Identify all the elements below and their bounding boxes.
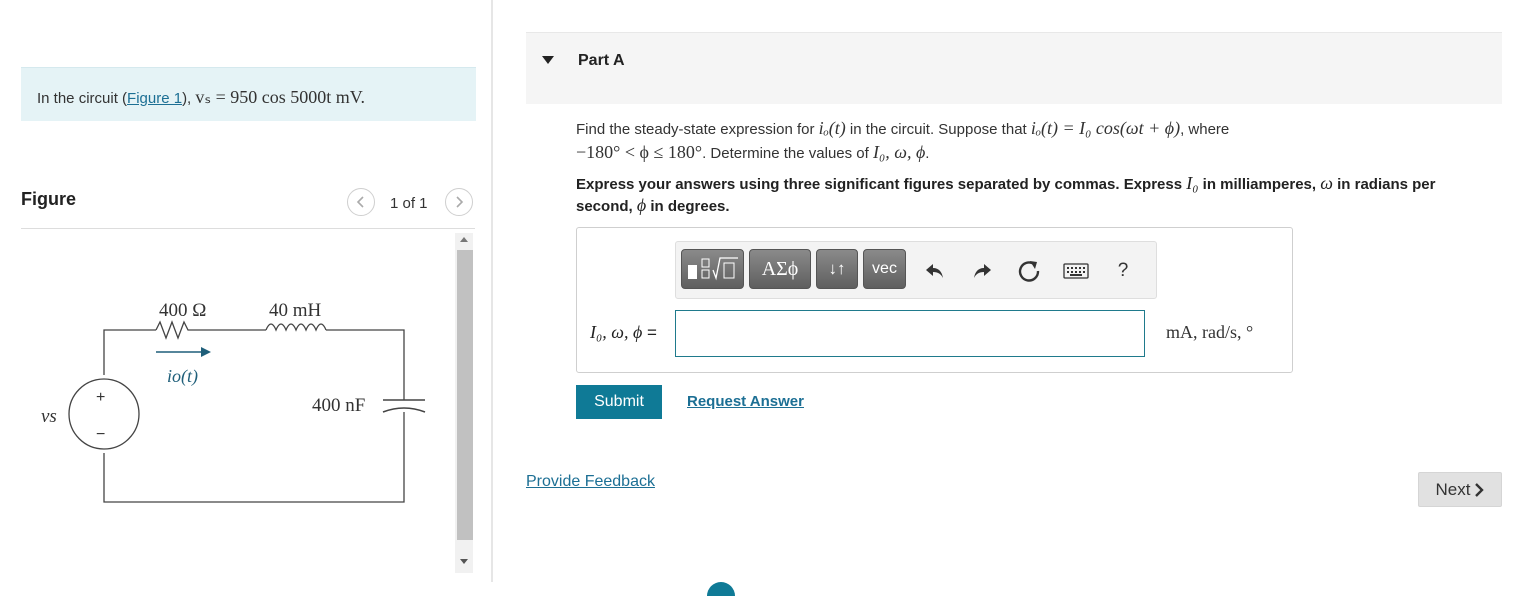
source-minus-sign: − — [96, 426, 105, 443]
answer-label-equals: = — [642, 323, 657, 342]
instruction-math: I₀ — [1186, 173, 1199, 193]
problem-intro: In the circuit (Figure 1), vₛ = 950 cos … — [21, 67, 476, 121]
next-button-label: Next — [1435, 479, 1471, 499]
scrollbar-thumb[interactable] — [457, 250, 473, 540]
question-text-segment: . Determine the values of — [702, 145, 873, 162]
question-math: iₒ(t) — [818, 118, 846, 138]
current-label: io(t) — [167, 366, 198, 387]
next-figure-button[interactable] — [445, 188, 473, 216]
figure-divider — [21, 228, 475, 229]
help-badge[interactable] — [707, 582, 735, 596]
intro-suffix: ), — [182, 90, 196, 107]
instruction-math: ϕ — [636, 195, 647, 215]
question-text-segment: , where — [1180, 121, 1230, 138]
collapse-caret-icon[interactable] — [542, 56, 554, 64]
part-header[interactable] — [526, 32, 1502, 104]
intro-prefix: In the circuit ( — [37, 90, 128, 107]
resistor-label: 400 Ω — [159, 300, 206, 321]
vector-button[interactable]: vec — [863, 249, 906, 289]
templates-icon — [687, 257, 738, 281]
figure-pager: 1 of 1 — [390, 195, 428, 212]
part-title[interactable]: Part A — [578, 52, 625, 70]
scroll-down-arrow-icon[interactable] — [459, 558, 469, 566]
answer-label: I₀, ω, ϕ = — [590, 322, 657, 343]
answer-label-math: I₀, ω, ϕ — [590, 322, 643, 342]
templates-button[interactable] — [681, 249, 744, 289]
figure-title: Figure — [21, 189, 77, 209]
capacitor-label: 400 nF — [312, 395, 365, 416]
instruction-segment: Express your answers using three signifi… — [576, 176, 1187, 193]
question-text: Find the steady-state expression for iₒ(… — [576, 117, 1336, 165]
instruction-segment: in milliamperes, — [1198, 176, 1321, 193]
scroll-up-arrow-icon[interactable] — [459, 235, 469, 243]
undo-icon — [926, 264, 943, 278]
redo-button[interactable] — [969, 258, 995, 284]
source-label: vs — [41, 406, 57, 427]
question-text-segment: . — [925, 145, 930, 162]
circuit-diagram: + − 400 Ω 40 mH 400 nF io(t) vs — [41, 300, 426, 503]
intro-math: vₛ = 950 cos 5000t mV. — [195, 87, 365, 107]
question-text-segment: Find the steady-state expression for — [576, 121, 819, 138]
provide-feedback-link[interactable]: Provide Feedback — [526, 473, 655, 491]
inductor-label: 40 mH — [269, 300, 322, 321]
answer-units: mA, rad/s, ° — [1166, 322, 1254, 342]
question-math: iₒ(t) = I₀ cos(ωt + ϕ) — [1030, 118, 1181, 138]
chevron-right-icon — [456, 196, 464, 208]
source-plus-sign: + — [96, 389, 105, 406]
undo-button[interactable] — [922, 258, 948, 284]
answer-input[interactable] — [675, 310, 1145, 357]
answer-instructions: Express your answers using three signifi… — [576, 173, 1496, 217]
submit-button[interactable]: Submit — [576, 385, 662, 419]
reset-button[interactable] — [1016, 258, 1042, 284]
next-button[interactable]: Next — [1418, 472, 1502, 507]
redo-icon — [974, 264, 991, 278]
figure-link[interactable]: Figure 1 — [127, 90, 182, 107]
current-arrowhead — [201, 347, 211, 357]
question-text-segment: in the circuit. Suppose that — [845, 121, 1031, 138]
instruction-segment: in degrees. — [646, 198, 730, 215]
reset-icon — [1018, 261, 1040, 282]
greek-symbols-button[interactable]: ΑΣϕ — [749, 249, 811, 289]
previous-figure-button[interactable] — [347, 188, 375, 216]
chevron-right-icon — [1475, 482, 1485, 497]
column-divider — [491, 0, 493, 582]
question-math: −180° < ϕ ≤ 180° — [576, 142, 703, 162]
help-button[interactable]: ? — [1110, 258, 1136, 284]
chevron-left-icon — [356, 196, 364, 208]
subscript-superscript-button[interactable]: ↓↑ — [816, 249, 858, 289]
instruction-math: ω — [1320, 173, 1333, 193]
keyboard-icon — [1063, 263, 1089, 279]
keyboard-button[interactable] — [1061, 258, 1091, 284]
request-answer-link[interactable]: Request Answer — [687, 393, 804, 410]
question-math: I₀, ω, ϕ — [872, 142, 926, 162]
